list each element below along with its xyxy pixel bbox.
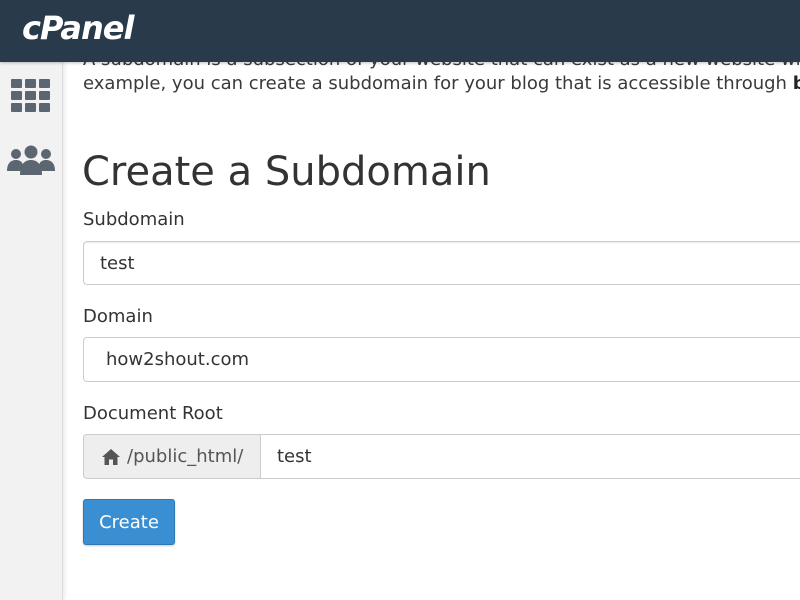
top-bar: cPanel — [0, 0, 800, 62]
sidebar-item-tools[interactable] — [0, 72, 62, 120]
document-root-label: Document Root — [83, 403, 223, 424]
subdomain-label: Subdomain — [83, 209, 185, 230]
intro-line-2-bold: blog — [792, 73, 800, 94]
intro-line-1: A subdomain is a subsection of your webs… — [83, 62, 800, 72]
create-button[interactable]: Create — [83, 499, 175, 545]
intro-text: A subdomain is a subsection of your webs… — [83, 62, 800, 96]
intro-line-2-text: example, you can create a subdomain for … — [83, 73, 793, 94]
sidebar-item-users[interactable] — [0, 136, 62, 184]
sidebar — [0, 62, 63, 600]
document-root-prefix-text: /public_html/ — [127, 446, 244, 467]
domain-label: Domain — [83, 306, 153, 327]
domain-selected-value: how2shout.com — [106, 349, 250, 370]
home-icon — [101, 448, 121, 466]
page-title: Create a Subdomain — [82, 149, 491, 195]
cpanel-logo[interactable]: cPanel — [22, 8, 134, 48]
document-root-prefix: /public_html/ — [83, 434, 260, 479]
users-icon — [7, 145, 55, 175]
intro-line-2: example, you can create a subdomain for … — [83, 72, 800, 96]
document-root-input[interactable] — [260, 434, 800, 479]
document-root-group: /public_html/ — [83, 434, 800, 479]
subdomain-input[interactable] — [83, 241, 800, 285]
domain-select[interactable]: how2shout.com — [83, 337, 800, 382]
main-content: A subdomain is a subsection of your webs… — [62, 62, 800, 600]
grid-icon — [11, 79, 50, 112]
